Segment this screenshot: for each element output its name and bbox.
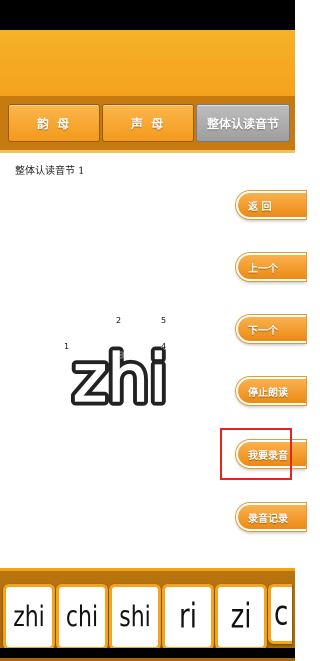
stroke-number-2: 2 bbox=[116, 316, 121, 325]
section-label: 整体认读音节 1 bbox=[15, 166, 85, 177]
tab-initials[interactable]: 声 母 bbox=[102, 104, 194, 142]
navigation-bar bbox=[0, 648, 295, 658]
syllable-card-shi[interactable]: shi bbox=[109, 584, 161, 650]
syllable-stroke-display: zhi zhi 1 2 3 5 4 bbox=[64, 316, 172, 413]
previous-button[interactable]: 上一个 bbox=[236, 253, 306, 281]
category-tab-bar: 韵 母 声 母 整体认读音节 bbox=[0, 96, 295, 150]
syllable-card-chi[interactable]: chi bbox=[56, 584, 108, 650]
syllable-card-ci-partial[interactable]: c bbox=[268, 584, 292, 644]
syllable-card-zhi[interactable]: zhi bbox=[3, 584, 55, 650]
stroke-number-3: 3 bbox=[119, 351, 124, 360]
syllable-card-label: ri bbox=[179, 597, 197, 637]
back-button[interactable]: 返 回 bbox=[236, 191, 306, 219]
tab-finals[interactable]: 韵 母 bbox=[8, 104, 100, 142]
syllable-card-label: zhi bbox=[13, 600, 45, 634]
stop-reading-button[interactable]: 停止朗读 bbox=[236, 377, 306, 405]
next-button[interactable]: 下一个 bbox=[236, 315, 306, 343]
syllable-card-label: chi bbox=[65, 600, 99, 634]
header-banner bbox=[0, 30, 295, 98]
stroke-number-4: 4 bbox=[161, 342, 166, 351]
status-bar bbox=[0, 0, 295, 30]
syllable-card-ri[interactable]: ri bbox=[162, 584, 214, 650]
record-highlight-box bbox=[220, 428, 292, 480]
tab-whole-syllables[interactable]: 整体认读音节 bbox=[196, 104, 290, 142]
syllable-card-zi[interactable]: zi bbox=[215, 584, 267, 650]
main-content: 整体认读音节 1 zhi zhi 1 2 3 5 4 返 回 上一个 下一个 停… bbox=[0, 153, 306, 568]
stroke-number-1: 1 bbox=[64, 342, 69, 351]
syllable-card-label: c bbox=[274, 594, 289, 634]
syllable-card-label: shi bbox=[119, 600, 151, 634]
syllable-card-label: zi bbox=[230, 597, 252, 637]
record-history-button[interactable]: 录音记录 bbox=[236, 503, 306, 531]
stroke-number-5: 5 bbox=[161, 316, 166, 325]
